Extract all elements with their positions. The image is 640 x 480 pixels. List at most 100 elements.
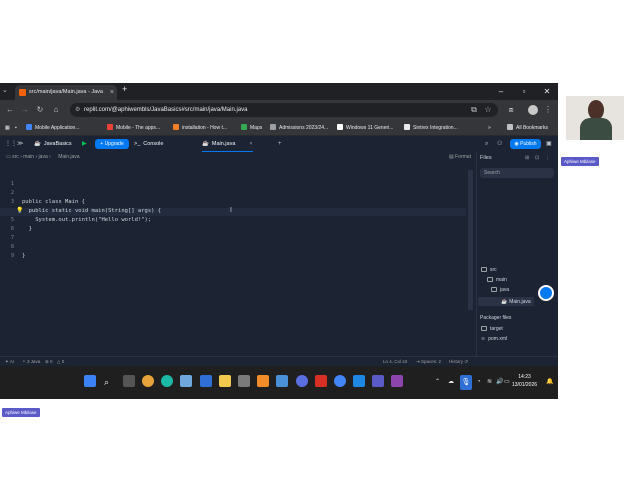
new-file-icon[interactable]: ⊞ xyxy=(525,155,529,161)
code-line: public static void main(String[] args) { xyxy=(22,208,162,214)
breadcrumb-item[interactable]: Main.java xyxy=(58,154,79,160)
search-icon[interactable]: ⌕ xyxy=(485,136,488,152)
bookmark-item[interactable]: Windows 11 Generi... xyxy=(337,120,393,136)
more-options-icon[interactable]: ⋮ xyxy=(545,155,550,161)
project-name[interactable]: ☕ JavaBasics xyxy=(34,136,72,152)
bookmark-item[interactable]: Sintrex Integration... xyxy=(404,120,458,136)
network-icon[interactable]: ◔ xyxy=(477,366,481,399)
folder-icon xyxy=(507,124,513,130)
search-icon[interactable]: ⌕ xyxy=(104,366,109,399)
line-number: 6 xyxy=(10,226,14,232)
run-icon[interactable]: ▶ xyxy=(82,136,87,152)
microphone-icon[interactable]: 🎙 xyxy=(460,375,472,390)
url-input[interactable]: ⚙ replit.com/@aphiwembls/JavaBasics#src/… xyxy=(70,103,498,117)
taskbar-clock[interactable]: 14:23 13/01/2026 xyxy=(512,373,537,389)
java-file-icon: ☕ xyxy=(501,299,508,305)
tray-overflow-icon[interactable]: ⌃ xyxy=(435,366,440,399)
breadcrumb-item[interactable]: main xyxy=(23,154,34,160)
breadcrumb-item[interactable]: src xyxy=(12,154,19,160)
line-number: 1 xyxy=(10,181,14,187)
app-icon[interactable] xyxy=(180,375,192,387)
close-icon[interactable]: × xyxy=(110,85,114,100)
bookmark-item[interactable]: Mobile - The apps... xyxy=(107,120,160,136)
file-explorer-icon[interactable] xyxy=(219,375,231,387)
app-icon[interactable] xyxy=(391,375,403,387)
notifications-icon[interactable]: 🔔 xyxy=(546,366,553,399)
chrome-icon[interactable] xyxy=(142,375,154,387)
line-number: 8 xyxy=(10,244,14,250)
outlook-icon[interactable] xyxy=(200,375,212,387)
bookmark-star-icon[interactable]: ☆ xyxy=(482,103,494,117)
apps-grid-icon[interactable]: ▦ xyxy=(5,120,10,136)
close-icon[interactable]: × xyxy=(249,141,252,147)
app-icon[interactable] xyxy=(238,375,250,387)
volume-icon[interactable]: 🔊 xyxy=(496,366,503,399)
edge-icon[interactable] xyxy=(161,375,173,387)
panel-toggle-icon[interactable]: ▣ xyxy=(546,136,552,152)
profile-avatar[interactable] xyxy=(528,105,538,115)
teams-icon[interactable] xyxy=(372,375,384,387)
tree-item-main[interactable]: main xyxy=(487,277,507,283)
tab-main-java[interactable]: ☕ Main.java × xyxy=(202,136,253,152)
format-button[interactable]: ▤ Format xyxy=(449,152,471,163)
app-icon[interactable] xyxy=(353,375,365,387)
wifi-icon[interactable]: ≋ xyxy=(487,366,492,399)
breadcrumb-item[interactable]: java xyxy=(39,154,48,160)
code-editor[interactable]: ▭ src › main › java › Main.java ▤ Format… xyxy=(0,152,476,356)
cloud-icon[interactable]: ☁ xyxy=(448,366,454,399)
extensions-icon[interactable]: ⧈ xyxy=(505,103,517,117)
maximize-icon[interactable]: ▫ xyxy=(513,83,535,100)
home-icon[interactable]: ⌂ xyxy=(50,103,62,117)
app-icon[interactable] xyxy=(334,375,346,387)
upgrade-button[interactable]: + Upgrade xyxy=(95,139,129,149)
code-line: System.out.println("Hello world!"); xyxy=(22,217,152,223)
line-number: 2 xyxy=(10,190,14,196)
pdf-icon[interactable] xyxy=(315,375,327,387)
new-folder-icon[interactable]: ⊡ xyxy=(535,155,539,161)
window-close-icon[interactable]: ✕ xyxy=(536,83,558,100)
menu-kebab-icon[interactable]: ⋮ xyxy=(542,103,554,117)
browser-tab[interactable]: src/main/java/Main.java - Java × xyxy=(15,85,117,100)
bookmark-item[interactable]: ▪ xyxy=(15,120,17,136)
bookmark-item[interactable]: installation - How t... xyxy=(173,120,227,136)
more-bookmarks-icon[interactable]: » xyxy=(488,120,491,136)
sidebar-toggle-icon[interactable]: ≫ xyxy=(17,136,23,152)
site-info-icon[interactable]: ⚙ xyxy=(75,103,80,117)
minimize-icon[interactable]: – xyxy=(490,83,512,100)
reload-icon[interactable]: ↻ xyxy=(34,103,46,117)
tab-search-icon[interactable]: ⌄ xyxy=(2,86,8,94)
install-app-icon[interactable]: ⧉ xyxy=(468,103,480,117)
task-view-icon[interactable] xyxy=(123,375,135,387)
app-icon[interactable] xyxy=(296,375,308,387)
bookmark-item[interactable]: Maps xyxy=(241,120,262,136)
new-tab-icon[interactable]: + xyxy=(122,84,127,94)
app-icon[interactable] xyxy=(276,375,288,387)
tree-item-src[interactable]: src xyxy=(481,267,497,273)
publish-button[interactable]: ◉ Publish xyxy=(510,139,541,149)
all-bookmarks[interactable]: All Bookmarks xyxy=(507,120,548,136)
url-text: replit.com/@aphiwembls/JavaBasics#src/ma… xyxy=(84,107,248,113)
start-icon[interactable] xyxy=(84,375,96,387)
app-icon[interactable] xyxy=(257,375,269,387)
meeting-stage: ⌄ src/main/java/Main.java - Java × + – ▫… xyxy=(0,0,640,480)
battery-icon[interactable]: ▭ xyxy=(504,366,510,399)
tree-item-java[interactable]: java xyxy=(491,287,509,293)
forward-icon[interactable]: → xyxy=(19,103,31,117)
editor-scrollbar[interactable] xyxy=(468,170,473,310)
maps-icon xyxy=(241,124,247,130)
tab-console[interactable]: >_ Console xyxy=(134,136,163,152)
apps-menu-icon[interactable]: ⋮⋮ xyxy=(5,136,17,152)
replit-agent-icon[interactable] xyxy=(538,285,554,301)
files-search-input[interactable]: Search xyxy=(480,168,554,178)
tree-item-main-java[interactable]: ☕ Main.java xyxy=(501,299,531,305)
new-tab-plus-icon[interactable]: + xyxy=(278,136,282,152)
back-icon[interactable]: ← xyxy=(4,103,16,117)
tree-item-pom[interactable]: ≋ pom.xml xyxy=(481,336,507,342)
bookmark-item[interactable]: Admissions 2023/24... xyxy=(270,120,328,136)
tree-item-target[interactable]: target xyxy=(481,326,503,332)
xml-file-icon: ≋ xyxy=(481,336,486,342)
bookmark-item[interactable]: Mobile Application... xyxy=(26,120,79,136)
self-name-tag: Aphiwe Mbilase xyxy=(2,408,40,417)
participant-face xyxy=(588,100,604,120)
invite-icon[interactable]: ⚇ xyxy=(497,136,502,152)
